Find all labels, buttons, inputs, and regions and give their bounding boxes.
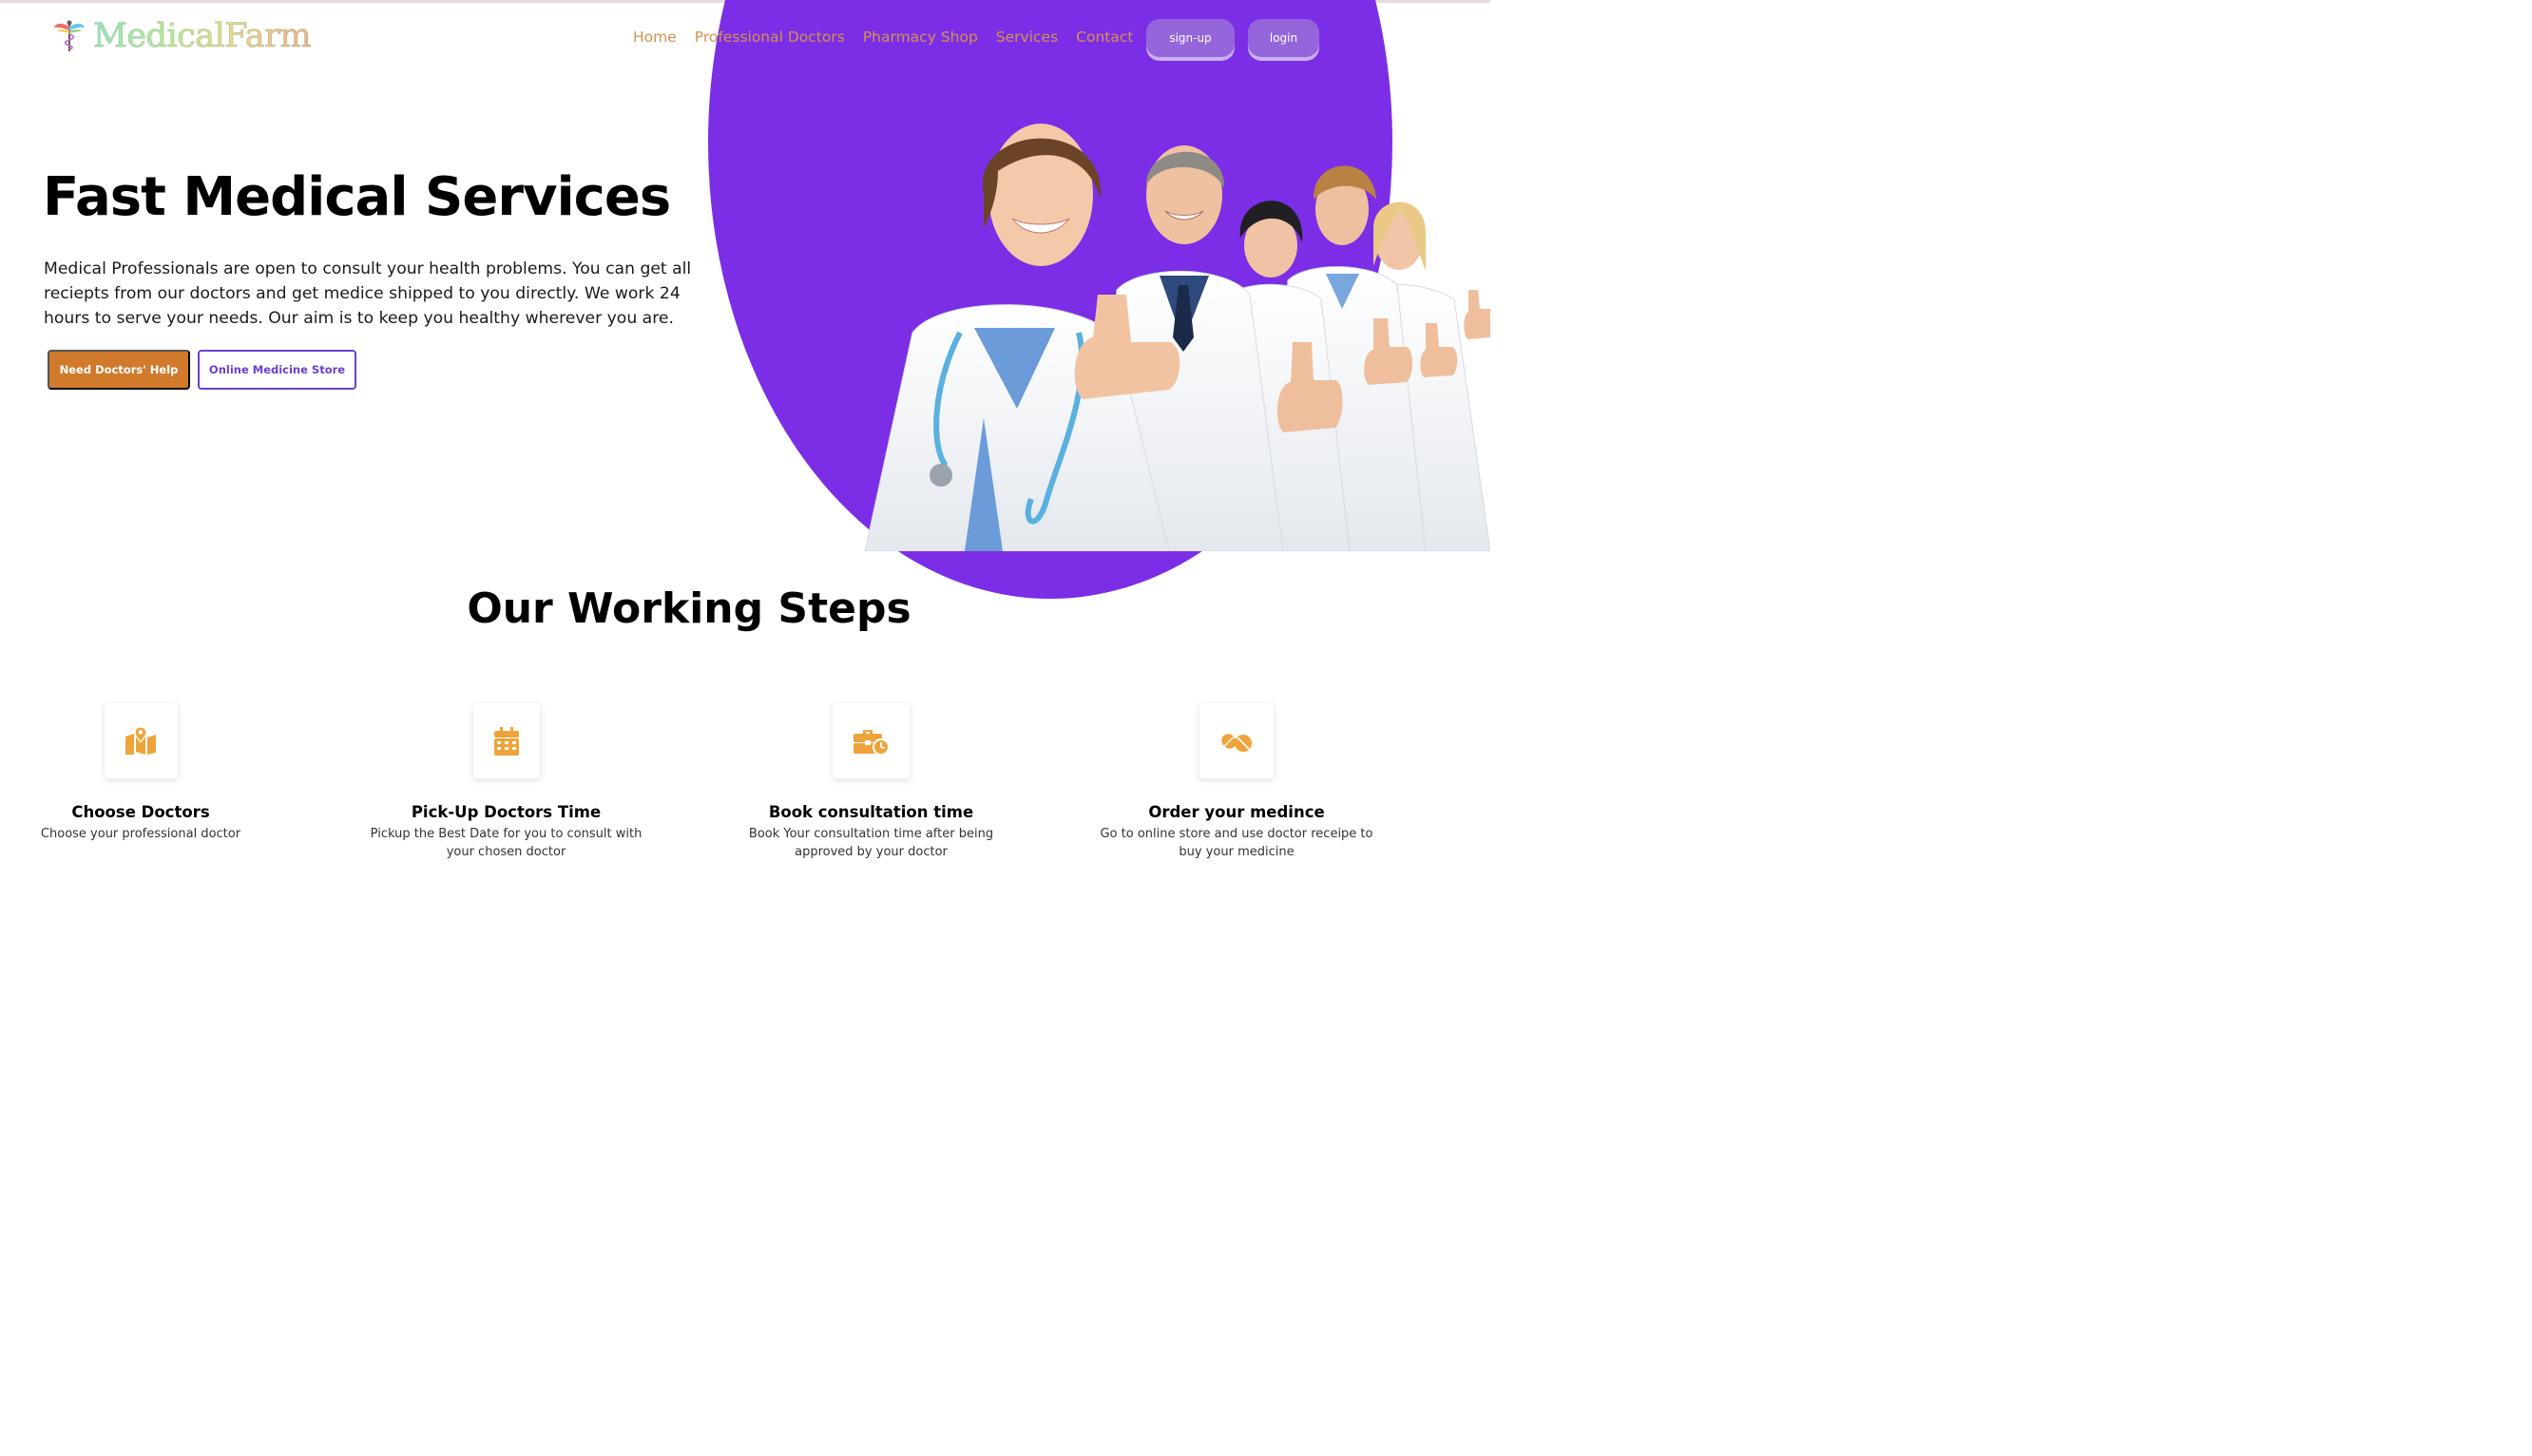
online-medicine-store-button[interactable]: Online Medicine Store [198, 350, 356, 390]
caduceus-icon [54, 20, 85, 51]
step-book-consultation: Book consultation time Book Your consult… [737, 703, 1006, 861]
need-doctors-help-button[interactable]: Need Doctors' Help [48, 350, 190, 390]
step-text: Choose your professional doctor [40, 827, 241, 841]
step-text: Go to online store and use doctor receip… [1100, 827, 1373, 859]
step-text: Pickup the Best Date for you to consult … [370, 827, 643, 859]
brand-name: MedicalFarm [93, 17, 312, 56]
step-icon-tile [104, 703, 178, 778]
nav-pharmacy-shop[interactable]: Pharmacy Shop [863, 29, 978, 46]
working-steps-title: Our Working Steps [467, 584, 911, 633]
pills-icon [1221, 733, 1252, 752]
calendar-icon [493, 726, 519, 756]
hero-title: Fast Medical Services [43, 166, 671, 228]
briefcase-clock-icon [853, 729, 890, 756]
doctors-hero-image [864, 124, 1490, 551]
step-title: Choose Doctors [71, 803, 210, 821]
step-title: Order your medince [1148, 803, 1325, 821]
brand-logo[interactable]: MedicalFarm [53, 17, 312, 56]
main-nav: Home Professional Doctors Pharmacy Shop … [633, 26, 1151, 48]
nav-home[interactable]: Home [633, 29, 677, 46]
login-button[interactable]: login [1248, 19, 1319, 57]
step-choose-doctors: Choose Doctors Choose your professional … [27, 703, 255, 843]
step-pickup-time: Pick-Up Doctors Time Pickup the Best Dat… [361, 703, 651, 861]
step-icon-tile [1199, 703, 1274, 778]
nav-services[interactable]: Services [996, 29, 1058, 46]
hero-description: Medical Professionals are open to consul… [44, 259, 692, 328]
step-text: Book Your consultation time after being … [748, 827, 994, 859]
step-title: Book consultation time [768, 803, 974, 821]
step-icon-tile [472, 703, 540, 778]
nav-professional-doctors[interactable]: Professional Doctors [695, 29, 845, 46]
step-icon-tile [833, 703, 910, 778]
signup-button[interactable]: sign-up [1146, 19, 1235, 57]
step-order-medicine: Order your medince Go to online store an… [1088, 703, 1385, 861]
map-location-icon [125, 726, 156, 755]
nav-contact[interactable]: Contact [1076, 29, 1133, 46]
step-title: Pick-Up Doctors Time [411, 803, 602, 821]
